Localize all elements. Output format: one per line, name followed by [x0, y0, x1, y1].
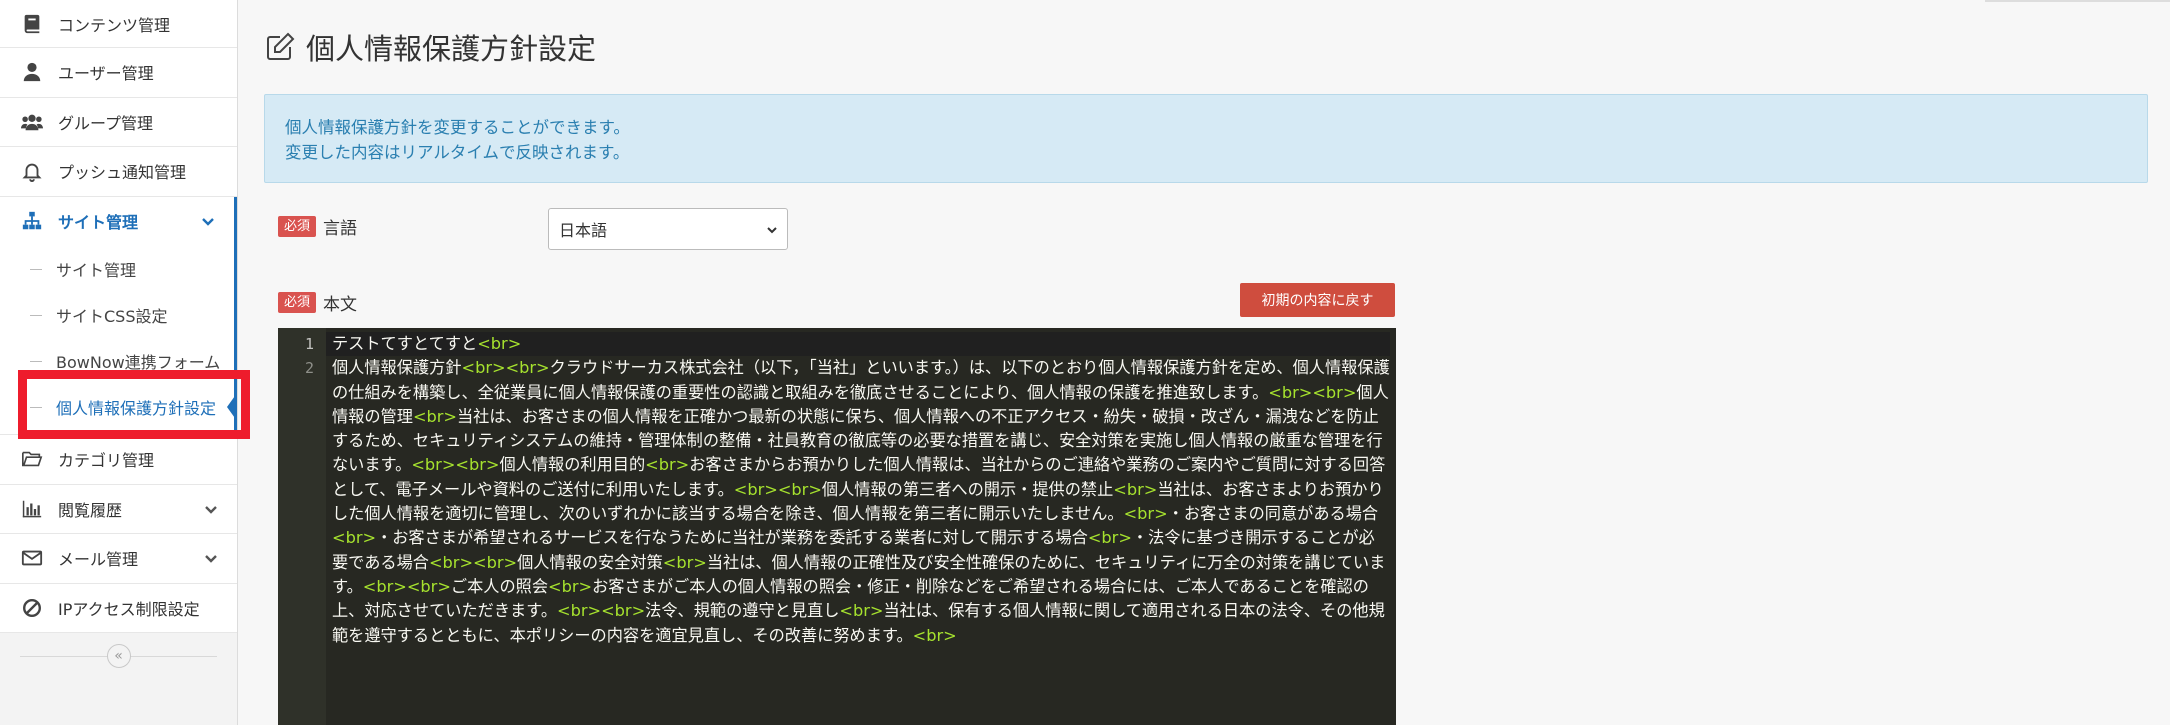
ban-icon — [20, 596, 44, 620]
editor-gutter: 1 2 — [278, 328, 326, 725]
language-label: 言語 — [323, 219, 358, 239]
sub-item-privacy[interactable]: 個人情報保護方針設定 — [0, 384, 234, 430]
page-title: 個人情報保護方針設定 — [264, 26, 596, 68]
collapse-row: « — [0, 633, 237, 679]
info-line-1: 個人情報保護方針を変更することができます。 — [285, 118, 630, 137]
sidebar-item-history[interactable]: 閲覧履歴 — [0, 484, 237, 534]
editor-content[interactable]: テストてすとてすと<br> 個人情報保護方針<br><br>クラウドサーカス株式… — [326, 328, 1396, 725]
chevron-down-icon — [203, 550, 219, 566]
sidebar-item-label: プッシュ通知管理 — [58, 163, 187, 183]
sitemap-icon — [20, 209, 44, 233]
line-number: 2 — [304, 359, 314, 378]
sidebar-item-label: グループ管理 — [58, 113, 154, 133]
sidebar-item-category[interactable]: カテゴリ管理 — [0, 435, 237, 485]
body-row: 必須 本文 — [278, 290, 357, 315]
sub-item-bownow[interactable]: BowNow連携フォーム — [0, 338, 234, 384]
sidebar-item-label: コンテンツ管理 — [58, 15, 171, 35]
sidebar-item-users[interactable]: ユーザー管理 — [0, 48, 237, 98]
sub-item-site[interactable]: サイト管理 — [0, 246, 234, 292]
required-badge: 必須 — [278, 292, 317, 313]
language-select[interactable]: 日本語 — [548, 208, 788, 250]
sidebar: コンテンツ管理 ユーザー管理 グループ管理 プッシュ通知管理 サイト管理 サイト… — [0, 0, 250, 725]
body-label: 本文 — [323, 295, 358, 315]
site-subnav: サイト管理 サイトCSS設定 BowNow連携フォーム 個人情報保護方針設定 — [0, 246, 237, 435]
line-number: 1 — [304, 335, 314, 353]
sub-item-label: サイト管理 — [56, 261, 137, 280]
sidebar-item-site[interactable]: サイト管理 — [0, 196, 237, 246]
user-icon — [20, 60, 44, 84]
sidebar-item-label: サイト管理 — [58, 213, 139, 233]
info-box: 個人情報保護方針を変更することができます。 変更した内容はリアルタイムで反映され… — [264, 94, 2148, 183]
chevron-down-icon — [767, 227, 777, 234]
sub-item-label: 個人情報保護方針設定 — [56, 399, 217, 418]
page-title-text: 個人情報保護方針設定 — [306, 32, 597, 66]
sidebar-item-label: メール管理 — [58, 550, 139, 570]
sidebar-item-label: ユーザー管理 — [58, 64, 154, 84]
sub-item-label: BowNow連携フォーム — [56, 353, 221, 372]
language-row: 必須 言語 — [278, 214, 357, 239]
bell-icon — [20, 159, 44, 183]
required-badge: 必須 — [278, 216, 317, 237]
folder-icon — [20, 447, 44, 471]
code-editor[interactable]: 1 2 テストてすとてすと<br> 個人情報保護方針<br><br>クラウドサー… — [278, 328, 1396, 725]
sidebar-item-label: カテゴリ管理 — [58, 451, 155, 471]
edit-icon — [267, 32, 295, 60]
sidebar-item-mail[interactable]: メール管理 — [0, 534, 237, 584]
sidebar-item-push[interactable]: プッシュ通知管理 — [0, 147, 237, 197]
info-line-2: 変更した内容はリアルタイムで反映されます。 — [285, 143, 630, 162]
reset-default-button[interactable]: 初期の内容に戻す — [1240, 283, 1395, 317]
sidebar-item-groups[interactable]: グループ管理 — [0, 97, 237, 147]
envelope-icon — [20, 546, 44, 570]
collapse-sidebar-button[interactable]: « — [106, 644, 131, 668]
sidebar-item-ip[interactable]: IPアクセス制限設定 — [0, 583, 237, 633]
sub-item-label: サイトCSS設定 — [56, 307, 168, 326]
users-icon — [20, 110, 44, 134]
code-line-2[interactable]: 個人情報保護方針<br><br>クラウドサーカス株式会社（以下，「当社」といいま… — [332, 356, 1390, 648]
bar-chart-icon — [20, 497, 44, 521]
app: コンテンツ管理 ユーザー管理 グループ管理 プッシュ通知管理 サイト管理 サイト… — [0, 0, 2170, 725]
book-icon — [20, 12, 44, 36]
language-select-value: 日本語 — [559, 221, 608, 240]
sidebar-item-contents[interactable]: コンテンツ管理 — [0, 0, 237, 48]
sidebar-item-label: IPアクセス制限設定 — [58, 599, 200, 619]
code-line-1[interactable]: テストてすとてすと<br> — [326, 332, 1390, 357]
chevron-up-icon — [200, 213, 216, 229]
main-content: 個人情報保護方針設定 個人情報保護方針を変更することができます。 変更した内容は… — [238, 0, 2170, 725]
sidebar-item-label: 閲覧履歴 — [58, 500, 123, 520]
top-divider — [1985, 0, 2170, 2]
chevron-down-icon — [203, 501, 219, 517]
sub-item-site-css[interactable]: サイトCSS設定 — [0, 292, 234, 338]
